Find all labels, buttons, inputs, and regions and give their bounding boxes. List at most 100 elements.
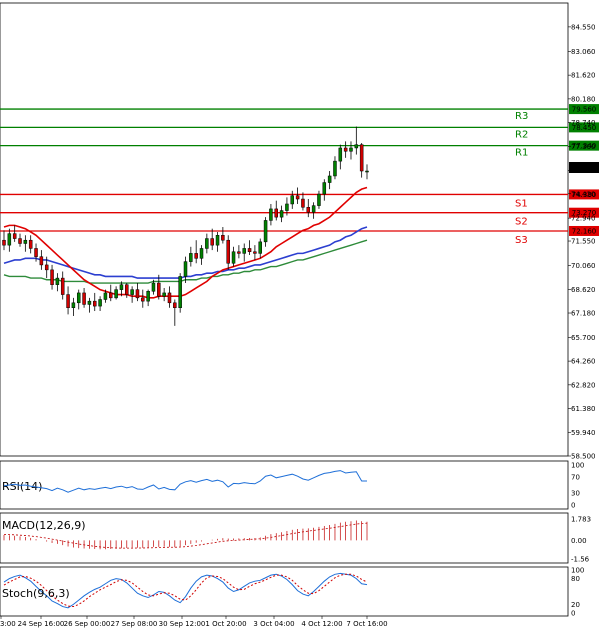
candle-body [210, 238, 214, 246]
price-tick-label: 71.550 [571, 238, 596, 246]
candle-body [87, 300, 92, 305]
candle-body [349, 147, 353, 152]
candle-body [12, 233, 17, 239]
candle-body [76, 292, 81, 304]
candle-body [34, 248, 38, 257]
candle-body [130, 289, 134, 295]
candle-body [258, 241, 262, 254]
candle-body [295, 195, 300, 200]
price-tick-label: 64.260 [571, 358, 596, 366]
macd-tick-label: 0.00 [571, 537, 587, 545]
candle-body [119, 284, 124, 290]
candle-body [146, 291, 150, 302]
level-name-s3: S3 [515, 235, 528, 246]
candle-body [221, 235, 225, 241]
candle-body [263, 220, 268, 243]
price-tick-label: 58.500 [571, 453, 596, 461]
candle-body [215, 235, 220, 246]
candle-body [71, 302, 76, 308]
price-tick-label: 62.820 [571, 381, 596, 389]
candle-body [269, 208, 273, 221]
price-tick-label: 80.180 [571, 95, 596, 103]
candle-body [354, 144, 359, 149]
candle-body [60, 277, 65, 295]
candle-body [311, 205, 316, 213]
macd-tick-label: 1.783 [571, 516, 591, 524]
time-tick-label: 1 Oct 20:00 [205, 620, 246, 628]
candle-body [338, 147, 343, 162]
price-tick-label: 84.550 [571, 23, 596, 31]
price-tick-label: 65.700 [571, 334, 596, 342]
candle-body [55, 277, 60, 285]
rsi-tick-label: 100 [571, 462, 584, 470]
candle-body [274, 208, 278, 218]
candle-body [359, 144, 364, 172]
price-tick-label: 78.740 [571, 119, 596, 127]
candle-body [327, 175, 332, 183]
candle-body [98, 299, 102, 307]
candle-body [82, 292, 86, 305]
time-tick-label: 7 Oct 16:00 [346, 620, 387, 628]
candle-body [194, 253, 198, 259]
candle-body [44, 264, 49, 271]
candle-body [178, 276, 182, 308]
candle-body [237, 251, 241, 254]
candle-body [317, 193, 321, 206]
price-tick-label: 68.620 [571, 286, 596, 294]
rsi-tick-label: 0 [571, 502, 575, 510]
candle-body [125, 284, 129, 295]
candle-body [333, 160, 337, 177]
rsi-tick-label: 30 [571, 490, 580, 498]
candle-body [242, 248, 246, 254]
candle-body [199, 248, 204, 259]
time-tick-label: 24 Sep 16:00 [18, 620, 65, 628]
stoch-tick-label: 0 [571, 610, 575, 618]
candle-body [157, 282, 161, 297]
candle-body [162, 292, 166, 297]
candle-body [23, 239, 28, 244]
candle-body [135, 289, 140, 299]
time-tick-label: 3:00 [0, 620, 16, 628]
level-name-s2: S2 [515, 217, 528, 228]
candle-body [18, 238, 22, 244]
candle-body [151, 282, 156, 292]
rsi-tick-label: 70 [571, 474, 580, 482]
level-name-r2: R2 [515, 129, 528, 140]
price-tick-label: 70.060 [571, 262, 596, 270]
candle-body [247, 248, 252, 252]
candle-body [103, 292, 108, 300]
candle-body [2, 239, 6, 246]
time-tick-label: 4 Oct 12:00 [301, 620, 342, 628]
level-price-label-s3: 72.160 [572, 227, 597, 235]
trading-chart: R379.560R278.450R177.340S174.380S273.270… [0, 0, 600, 632]
price-tick-label: 59.940 [571, 429, 596, 437]
candle-body [189, 253, 193, 262]
level-name-s1: S1 [515, 198, 528, 209]
time-tick-label: 27 Sep 08:00 [111, 620, 158, 628]
candle-body [253, 251, 257, 254]
candle-body [183, 261, 188, 277]
current-price-marker: 75.840 [569, 162, 599, 173]
candle-body [290, 195, 295, 205]
stoch-tick-label: 80 [571, 575, 580, 583]
macd-label: MACD(12,26,9) [2, 519, 86, 532]
price-tick-label: 67.180 [571, 310, 596, 318]
candle-body [226, 239, 230, 264]
candle-body [141, 297, 145, 302]
candle-body [301, 198, 305, 208]
candle-body [285, 203, 289, 211]
candle-body [205, 238, 209, 249]
candle-body [231, 251, 236, 264]
price-tick-label: 61.380 [571, 405, 596, 413]
candle-body [173, 302, 177, 308]
stoch-label: Stoch(9,6,3) [2, 587, 70, 600]
candle-body [39, 256, 44, 266]
candle-body [93, 300, 97, 307]
candle-body [28, 239, 33, 249]
candle-body [167, 292, 172, 304]
candle-body [109, 292, 113, 299]
price-tick-label: 74.420 [571, 190, 596, 198]
candle-body [322, 182, 327, 195]
candle-body [114, 289, 118, 299]
candle-body [365, 170, 369, 173]
